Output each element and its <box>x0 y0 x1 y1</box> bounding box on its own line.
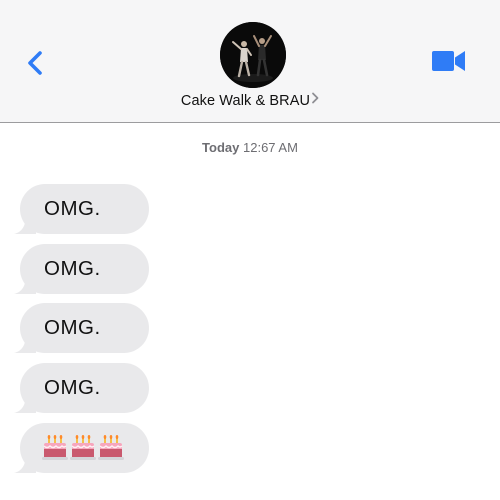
message-bubble[interactable]: OMG. <box>14 303 149 353</box>
contact-name-button[interactable]: Cake Walk & BRAU <box>0 92 500 109</box>
message-text: OMG. <box>44 257 101 280</box>
avatar-photo <box>220 22 286 88</box>
bubble-tail <box>14 214 36 234</box>
message-bubble[interactable]: OMG. <box>14 184 149 234</box>
message-bubble[interactable]: OMG. <box>14 244 149 294</box>
bubble-tail <box>14 393 36 413</box>
contact-avatar[interactable] <box>220 22 286 88</box>
back-button[interactable] <box>24 48 48 78</box>
contact-name: Cake Walk & BRAU <box>180 93 311 109</box>
facetime-video-button[interactable] <box>432 50 466 72</box>
video-camera-icon <box>432 51 465 71</box>
message-row: OMG. <box>14 184 149 234</box>
message-text: OMG. <box>44 316 101 339</box>
chevron-right-icon <box>311 92 319 108</box>
message-row: OMG. <box>14 363 149 413</box>
message-row: OMG. <box>14 303 149 353</box>
bubble-tail <box>14 453 36 473</box>
bubble-tail <box>14 274 36 294</box>
conversation-header: Cake Walk & BRAU <box>0 0 500 123</box>
emoji-message-bubble[interactable] <box>14 423 149 473</box>
bubble-tail <box>14 333 36 353</box>
birthday-cake-icon <box>42 435 68 460</box>
birthday-cake-icon <box>98 435 124 460</box>
message-row: OMG. <box>14 244 149 294</box>
emoji-row <box>42 423 149 473</box>
birthday-cake-icon <box>70 435 96 460</box>
chevron-left-icon <box>28 51 42 75</box>
message-timestamp: Today 12:67 AM <box>0 140 500 155</box>
timestamp-day: Today <box>202 140 240 155</box>
message-text: OMG. <box>44 197 101 220</box>
message-row <box>14 423 149 473</box>
timestamp-time: 12:67 AM <box>243 140 298 155</box>
message-text: OMG. <box>44 376 101 399</box>
message-bubble[interactable]: OMG. <box>14 363 149 413</box>
